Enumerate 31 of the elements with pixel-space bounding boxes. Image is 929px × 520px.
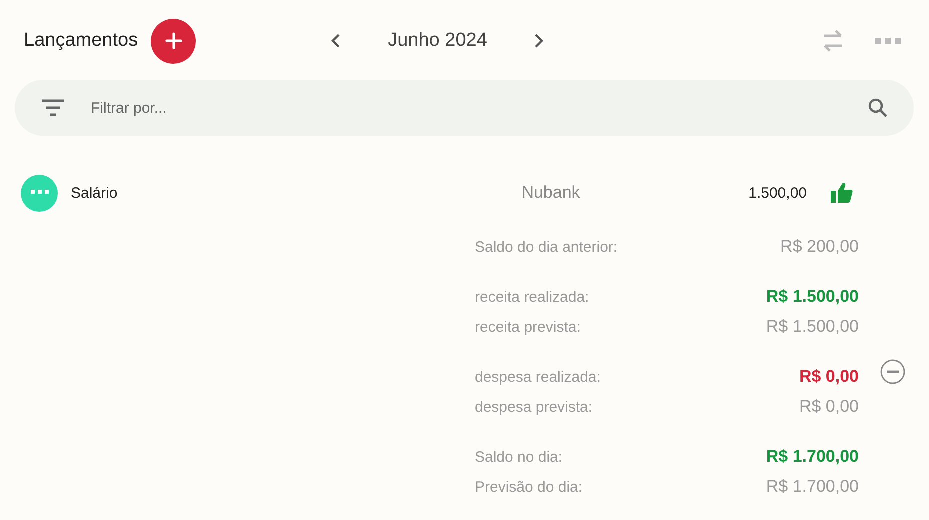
summary-value: R$ 1.700,00 (765, 447, 859, 467)
summary-value: R$ 1.500,00 (765, 317, 859, 337)
summary-label: Previsão do dia: (475, 478, 584, 496)
summary-value: R$ 0,00 (798, 367, 859, 387)
summary-value: R$ 1.500,00 (765, 287, 859, 307)
page-title: Lançamentos (24, 30, 138, 52)
entry-amount: 1.500,00 (748, 184, 807, 202)
collapse-icon[interactable] (880, 359, 906, 385)
entry-description: Salário (71, 184, 119, 202)
summary-value: R$ 200,00 (780, 237, 859, 257)
search-icon (868, 98, 888, 118)
search-field[interactable]: Filtrar por... (89, 98, 868, 118)
summary-label: receita prevista: (475, 318, 582, 336)
summary-label: despesa realizada: (475, 368, 602, 386)
month-label: Junho 2024 (388, 30, 488, 52)
add-button[interactable] (151, 18, 196, 64)
summary-label: receita realizada: (475, 288, 590, 306)
summary-value: R$ 1.700,00 (765, 477, 859, 497)
summary-label: despesa prevista: (475, 398, 594, 416)
plus-icon (164, 32, 183, 50)
chevron-left-icon (330, 33, 342, 49)
search-field[interactable]: Filtrar por... (15, 80, 914, 136)
transfer-arrows-icon[interactable] (821, 28, 845, 54)
thumbs-up-icon[interactable] (831, 183, 853, 203)
summary-value: R$ 0,00 (798, 397, 859, 417)
summary-label: Saldo do dia anterior: (475, 238, 619, 256)
more-icon[interactable] (875, 37, 901, 45)
filter-icon (41, 99, 65, 117)
entry-account: Nubank (520, 183, 582, 203)
chevron-right-icon (533, 33, 546, 49)
summary-label: Saldo no dia: (475, 448, 564, 466)
